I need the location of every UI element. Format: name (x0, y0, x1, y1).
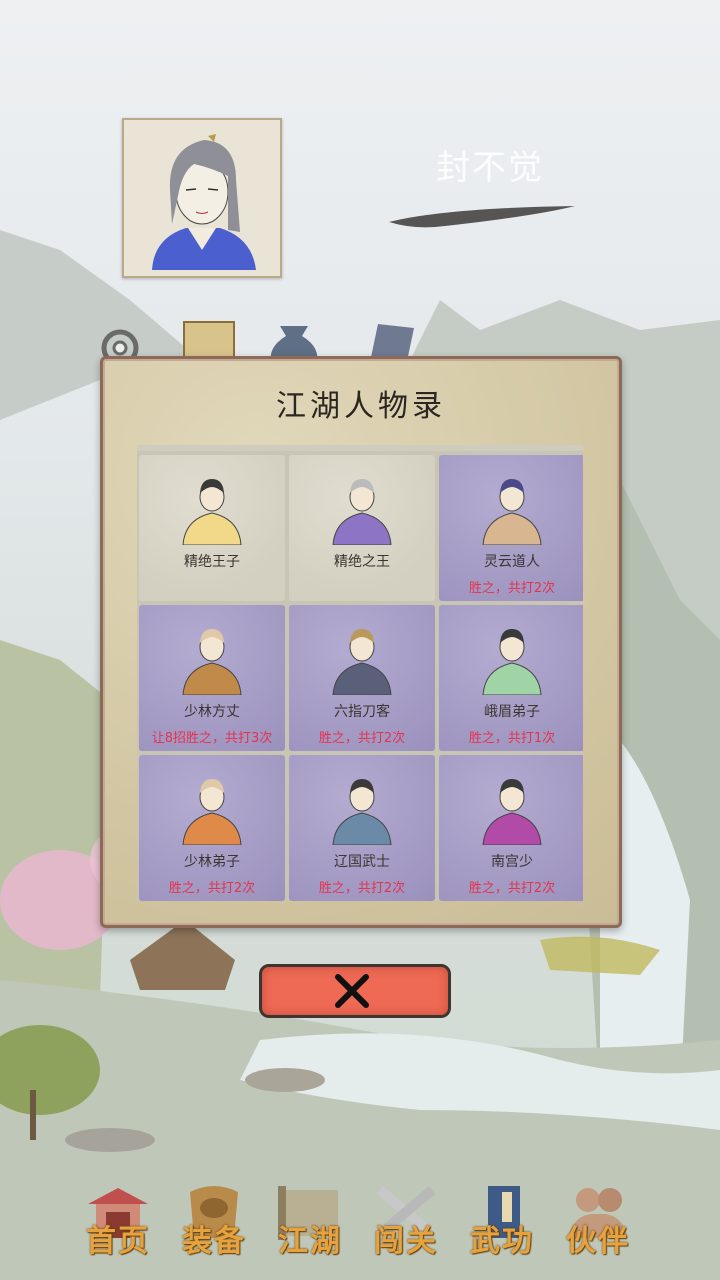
ink-brush-stroke (389, 206, 575, 228)
character-record: 胜之，共打2次 (468, 581, 556, 596)
character-name: 少林弟子 (184, 854, 240, 870)
bottom-nav: 首页 装备 江湖 闯关 武功 伙伴 (0, 1160, 720, 1280)
character-card[interactable]: 辽国武士胜之，共打2次 (289, 755, 435, 901)
character-card[interactable]: 少林方丈让8招胜之，共打3次 (139, 605, 285, 751)
nav-companions[interactable]: 伙伴 (550, 1182, 646, 1272)
character-name: 少林方丈 (184, 704, 240, 720)
character-name: 灵云道人 (484, 554, 540, 570)
nav-label: 伙伴 (566, 1224, 630, 1259)
portrait-icon (152, 134, 256, 270)
close-button[interactable] (259, 964, 451, 1018)
character-portrait-icon (332, 779, 392, 845)
nav-home[interactable]: 首页 (70, 1182, 166, 1272)
nav-label: 武功 (470, 1224, 534, 1259)
nav-martial-arts[interactable]: 武功 (454, 1182, 550, 1272)
character-portrait-icon (332, 629, 392, 695)
character-grid-scroll[interactable]: 精绝王子 精绝之王 灵云道人 胜之，共打2次 少林方丈 让8招胜之，共打3次 六指刀客 胜之，… (137, 445, 583, 901)
nav-challenge[interactable]: 闯关 (358, 1182, 454, 1272)
character-card[interactable]: 少林弟子胜之，共打2次 (139, 755, 285, 901)
character-name: 精绝王子 (184, 554, 240, 570)
character-record: 胜之，共打2次 (318, 731, 406, 746)
character-portrait-icon (332, 479, 392, 545)
nav-equipment[interactable]: 装备 (166, 1182, 262, 1272)
character-portrait-icon (482, 629, 542, 695)
character-record: 胜之，共打1次 (468, 731, 556, 746)
character-record: 胜之，共打2次 (318, 881, 406, 896)
character-portrait-icon (182, 479, 242, 545)
character-name: 峨眉弟子 (484, 704, 540, 720)
close-x-icon (335, 974, 369, 1008)
player-name: 封不觉 (436, 148, 544, 188)
dialog-title: 江湖人物录 (276, 389, 446, 424)
nav-label: 装备 (182, 1224, 246, 1259)
character-record-dialog: 江湖人物录 精绝王子 精绝之王 灵云道人 胜之，共打2次 少林方丈 让8招胜之，共打3次六… (100, 356, 622, 928)
character-card[interactable]: 精绝之王 (289, 455, 435, 601)
character-card[interactable]: 灵云道人胜之，共打2次 (439, 455, 583, 601)
character-portrait-icon (482, 479, 542, 545)
character-card[interactable]: 精绝王子 (139, 455, 285, 601)
character-card[interactable]: 南宫少胜之，共打2次 (439, 755, 583, 901)
character-card[interactable]: 峨眉弟子胜之，共打1次 (439, 605, 583, 751)
character-record: 胜之，共打2次 (468, 881, 556, 896)
nav-jianghu[interactable]: 江湖 (262, 1182, 358, 1272)
character-name: 辽国武士 (334, 854, 390, 870)
nav-label: 闯关 (374, 1224, 438, 1259)
character-record: 让8招胜之，共打3次 (151, 731, 273, 746)
character-portrait-icon (182, 629, 242, 695)
nav-label: 江湖 (278, 1224, 342, 1259)
character-grid: 精绝王子 精绝之王 灵云道人 胜之，共打2次 少林方丈 让8招胜之，共打3次 六指刀客 胜之，… (139, 455, 583, 901)
character-portrait-icon (182, 779, 242, 845)
character-record: 胜之，共打2次 (168, 881, 256, 896)
character-portrait-icon (482, 779, 542, 845)
character-name: 南宫少 (491, 854, 533, 870)
character-card[interactable]: 六指刀客胜之，共打2次 (289, 605, 435, 751)
character-name: 六指刀客 (334, 704, 390, 720)
nav-label: 首页 (86, 1224, 150, 1259)
character-name: 精绝之王 (334, 554, 390, 570)
player-avatar[interactable] (122, 118, 282, 278)
